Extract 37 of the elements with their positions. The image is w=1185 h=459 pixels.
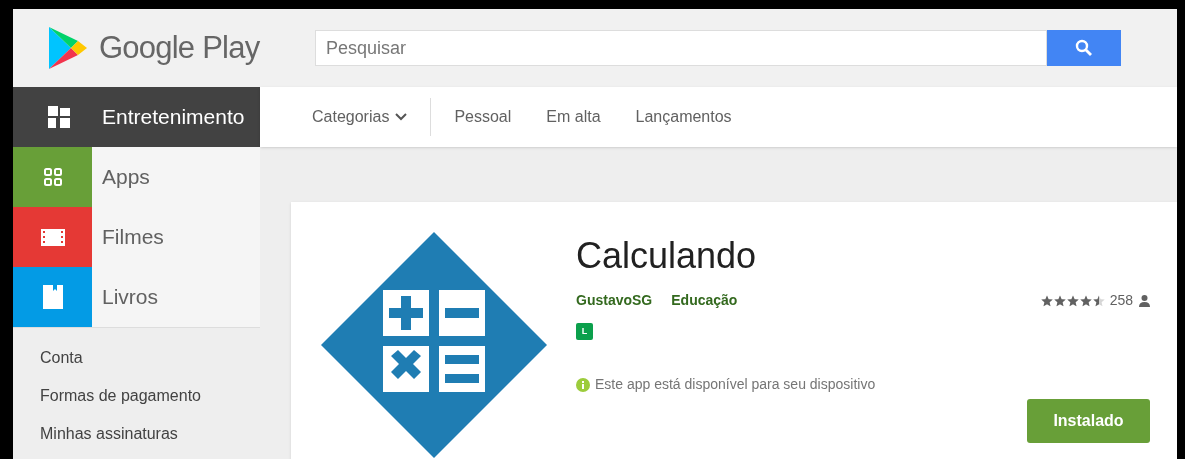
- sidebar-link[interactable]: Minhas assinaturas: [40, 422, 178, 446]
- search-field[interactable]: Pesquisar: [315, 30, 1047, 66]
- film-icon: [40, 228, 65, 246]
- star-icon: [1040, 294, 1053, 307]
- star-icon: [1066, 294, 1079, 307]
- star-icon: [1053, 294, 1066, 307]
- sidebar-item[interactable]: Filmes: [13, 207, 260, 267]
- book-icon: [42, 285, 63, 309]
- grid-icon: [43, 168, 62, 186]
- logo-text: Google Play: [99, 28, 260, 67]
- rating-count: 258: [1109, 291, 1133, 310]
- category-link[interactable]: Educação: [671, 290, 738, 311]
- sidebar-label: Filmes: [102, 224, 164, 251]
- nav-link[interactable]: Em alta: [546, 105, 601, 129]
- nav-link[interactable]: Lançamentos: [635, 105, 732, 129]
- play-logo-icon: [47, 25, 89, 71]
- sidebar-link[interactable]: Formas de pagamento: [40, 384, 201, 408]
- categories-dropdown[interactable]: Categorias: [312, 98, 432, 136]
- person-icon: [1139, 294, 1150, 307]
- sidebar-label: Livros: [102, 284, 159, 311]
- sidebar-label: Apps: [102, 164, 150, 191]
- nav-link[interactable]: Pessoal: [454, 105, 512, 129]
- app-title: Calculando: [576, 234, 758, 278]
- section-tab[interactable]: Entretenimento: [13, 87, 260, 147]
- sidebar-link[interactable]: Conta: [40, 346, 83, 370]
- content-rating-badge: L: [576, 323, 593, 340]
- search-icon: [1075, 39, 1093, 57]
- search-button[interactable]: [1047, 30, 1121, 66]
- star-icon: [1092, 294, 1105, 307]
- info-icon: [576, 377, 590, 392]
- star-icon: [1079, 294, 1092, 307]
- grid-icon: [48, 106, 70, 128]
- sidebar-item[interactable]: Apps: [13, 147, 260, 207]
- sidebar-item[interactable]: Livros: [13, 267, 260, 327]
- developer-link[interactable]: GustavoSG: [576, 290, 653, 311]
- availability-text: Este app está disponível para seu dispositivo: [595, 375, 876, 394]
- chevron-down-icon: [395, 113, 408, 121]
